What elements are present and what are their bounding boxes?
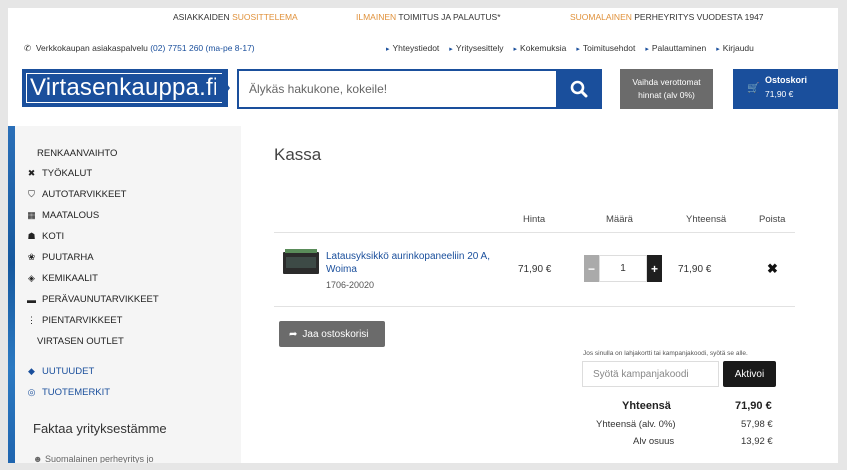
product-name-link[interactable]: Latausyksikkö aurinkopaneeliin 20 A, Woi… <box>326 250 496 276</box>
table-divider-bottom <box>274 306 795 307</box>
customer-service: ✆ Verkkokaupan asiakaspalvelu (02) 7751 … <box>24 43 255 53</box>
product-price: 71,90 € <box>518 264 552 275</box>
chevron-right-icon: ▸ <box>513 46 518 53</box>
top-nav: ▸ Yhteystiedot ▸ Yritysesittely ▸ Kokemuksi… <box>386 43 754 53</box>
sidebar-decor-strip <box>8 126 15 463</box>
brand-icon: ◎ <box>27 387 36 397</box>
chevron-right-icon: ▸ <box>645 46 649 53</box>
summary-vat-label: Alv osuus <box>633 436 675 447</box>
nav-link-toimitusehdot[interactable]: ▸ Toimitusehdot <box>576 43 635 53</box>
sidebar: RENKAANVAIHTO ✖ TYÖKALUT ⛉ AUTOTARVIKKEET … <box>15 126 241 463</box>
people-icon: ☻ <box>33 454 43 463</box>
promo-recommended: ASIAKKAIDEN SUOSITTELEMA <box>173 12 298 22</box>
nav-link-palauttaminen[interactable]: ▸ Palauttaminen <box>645 43 706 53</box>
phone-icon: ✆ <box>24 43 32 53</box>
promo-free-shipping: ILMAINEN TOIMITUS JA PALAUTUS* <box>356 12 501 22</box>
sidebar-item-tyokalut[interactable]: ✖ TYÖKALUT <box>25 168 92 179</box>
page-frame: ASIAKKAIDEN SUOSITTELEMA ILMAINEN TOIMIT… <box>8 8 838 463</box>
share-cart-button[interactable]: ➦ Jaa ostoskorisi <box>279 321 385 347</box>
nav-link-kirjaudu[interactable]: ▸ Kirjaudu <box>716 43 754 53</box>
nav-link-kokemuksia[interactable]: ▸ Kokemuksia <box>514 43 567 53</box>
cart-price: 71,90 € <box>765 89 794 99</box>
sidebar-item-outlet[interactable]: VIRTASEN OUTLET <box>37 336 124 347</box>
sidebar-item-maatalous[interactable]: ▦ MAATALOUS <box>25 210 99 221</box>
farm-icon: ▦ <box>27 210 36 220</box>
quantity-input[interactable] <box>599 255 647 282</box>
sidebar-item-pientarvikkeet[interactable]: ⋮ PIENTARVIKKEET <box>25 315 122 326</box>
chevron-right-icon: ▸ <box>576 46 580 53</box>
chevron-right-icon: ▸ <box>449 46 453 53</box>
minus-icon: − <box>587 261 595 276</box>
home-icon: ☗ <box>27 231 36 241</box>
cart-label: Ostoskori <box>765 75 808 85</box>
sidebar-item-renkaanvaihto[interactable]: RENKAANVAIHTO <box>37 148 117 159</box>
share-arrow-icon: ➦ <box>289 328 298 340</box>
sidebar-item-koti[interactable]: ☗ KOTI <box>25 231 64 242</box>
summary-total-label: Yhteensä <box>622 400 671 412</box>
phone-number-link[interactable]: (02) 7751 260 (ma-pe 8-17) <box>150 43 254 53</box>
share-cart-label: Jaa ostoskorisi <box>302 328 369 340</box>
search-icon <box>570 80 588 98</box>
product-image[interactable] <box>283 249 319 274</box>
sidebar-item-autotarvikkeet[interactable]: ⛉ AUTOTARVIKKEET <box>25 189 126 200</box>
sidebar-item-puutarha[interactable]: ❀ PUUTARHA <box>25 252 94 263</box>
product-line-total: 71,90 € <box>678 264 712 275</box>
cart-button[interactable]: 🛒 Ostoskori 71,90 € <box>733 69 838 109</box>
activate-coupon-button[interactable]: Aktivoi <box>723 361 776 387</box>
small-parts-icon: ⋮ <box>27 315 36 325</box>
vat-toggle-line1: Vaihda verottomat <box>632 77 701 87</box>
coupon-note: Jos sinulla on lahjakortti tai kampanjak… <box>583 350 748 357</box>
car-icon: ⛉ <box>28 189 35 199</box>
tag-icon: ◆ <box>28 366 35 376</box>
col-header-total: Yhteensä <box>686 214 727 225</box>
summary-net-label: Yhteensä (alv. 0%) <box>596 419 676 430</box>
search-button[interactable] <box>556 69 602 109</box>
promo-family-company: SUOMALAINEN PERHEYRITYS VUODESTA 1947 <box>570 12 764 22</box>
site-logo[interactable]: Virtasenkauppa.fi <box>22 69 228 107</box>
coupon-code-input[interactable] <box>582 361 719 387</box>
sidebar-item-peravaunutarvikkeet[interactable]: ▬ PERÄVAUNUTARVIKKEET <box>25 294 159 305</box>
company-facts-heading: Faktaa yrityksestämme <box>33 421 167 436</box>
drops-icon: ◈ <box>28 273 35 283</box>
col-header-qty: Määrä <box>606 214 633 225</box>
quantity-stepper: − + <box>584 255 662 282</box>
sidebar-item-tuotemerkit[interactable]: ◎ TUOTEMERKIT <box>25 387 111 398</box>
col-header-remove: Poista <box>759 214 786 225</box>
col-header-price: Hinta <box>523 214 546 225</box>
sidebar-item-uutuudet[interactable]: ◆ UUTUUDET <box>25 366 94 377</box>
chevron-right-icon: ▸ <box>386 46 390 53</box>
chevron-right-icon: ▸ <box>716 46 720 53</box>
product-sku: 1706-20020 <box>326 280 375 290</box>
summary-net-value: 57,98 € <box>741 419 773 430</box>
company-facts-text: ☻ Suomalainen perheyritys jo <box>33 454 154 463</box>
logo-arrow-shape <box>216 69 230 107</box>
contact-nav-row: ✆ Verkkokaupan asiakaspalvelu (02) 7751 … <box>8 43 838 57</box>
nav-link-yhteystiedot[interactable]: ▸ Yhteystiedot <box>386 43 439 53</box>
plant-icon: ❀ <box>27 252 36 262</box>
sidebar-item-kemikaalit[interactable]: ◈ KEMIKAALIT <box>25 273 98 284</box>
page-title: Kassa <box>274 145 322 164</box>
trailer-icon: ▬ <box>27 294 36 305</box>
tools-icon: ✖ <box>27 168 36 178</box>
remove-item-button[interactable]: ✖ <box>767 261 778 277</box>
qty-minus-button[interactable]: − <box>584 255 599 282</box>
nav-link-yritysesittely[interactable]: ▸ Yritysesittely <box>449 43 503 53</box>
summary-vat-value: 13,92 € <box>741 436 773 447</box>
cart-icon: 🛒 <box>747 83 760 94</box>
search-input[interactable] <box>237 69 558 109</box>
plus-icon: + <box>650 261 658 276</box>
table-divider-top <box>274 232 795 233</box>
qty-plus-button[interactable]: + <box>647 255 662 282</box>
promo-bar: ASIAKKAIDEN SUOSITTELEMA ILMAINEN TOIMIT… <box>8 8 838 26</box>
vat-toggle-button[interactable]: Vaihda verottomat hinnat (alv 0%) <box>620 69 713 109</box>
close-icon: ✖ <box>767 261 778 276</box>
vat-toggle-line2: hinnat (alv 0%) <box>638 90 695 100</box>
summary-total-value: 71,90 € <box>735 400 772 412</box>
